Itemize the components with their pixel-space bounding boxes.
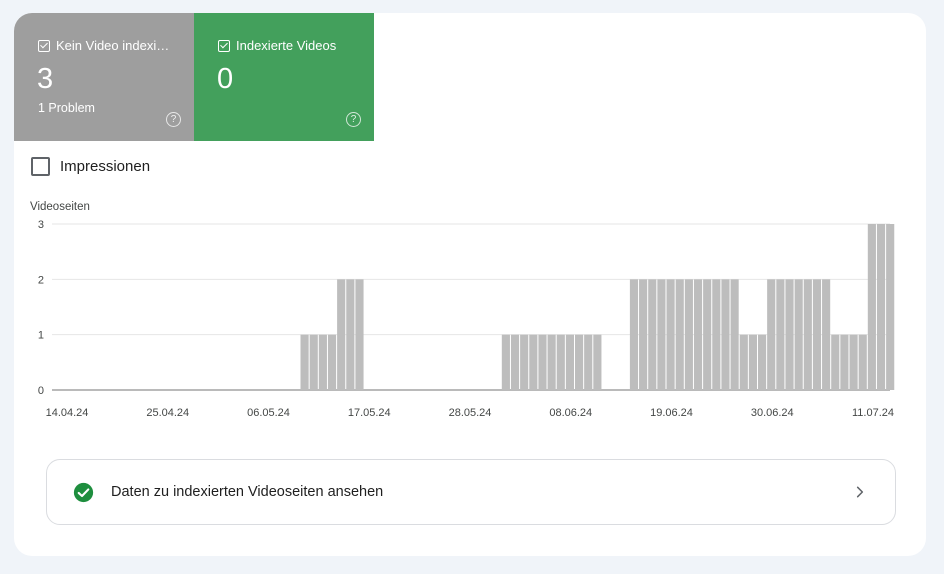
chart-bar[interactable] xyxy=(657,279,666,390)
chart-bar[interactable] xyxy=(337,279,346,390)
chart-bar[interactable] xyxy=(831,334,840,390)
chart-bar[interactable] xyxy=(803,279,812,390)
chart-bar[interactable] xyxy=(648,279,657,390)
chart-bar[interactable] xyxy=(565,334,574,390)
chart-bar[interactable] xyxy=(629,279,639,390)
chart-bar[interactable] xyxy=(556,334,565,390)
chart-bar[interactable] xyxy=(886,224,895,390)
y-tick-label: 3 xyxy=(38,219,44,231)
chart-bar[interactable] xyxy=(812,279,822,390)
chart-bar[interactable] xyxy=(510,334,520,390)
chart-bar[interactable] xyxy=(840,334,849,390)
chart-bar[interactable] xyxy=(318,334,327,390)
video-indexing-card: Kein Video indexi… 3 1 Problem ? Indexie… xyxy=(14,13,926,556)
chart-bar[interactable] xyxy=(666,279,675,390)
chart-bar[interactable] xyxy=(639,279,648,390)
x-tick-label: 17.05.24 xyxy=(348,407,391,419)
x-tick-label: 14.04.24 xyxy=(46,407,89,419)
chart-bar[interactable] xyxy=(693,279,703,390)
chart-bar[interactable] xyxy=(849,334,858,390)
x-tick-label: 25.04.24 xyxy=(146,407,189,419)
chart-bar[interactable] xyxy=(355,279,364,390)
y-tick-label: 0 xyxy=(38,385,44,397)
chart-bar[interactable] xyxy=(867,224,876,390)
x-tick-label: 28.05.24 xyxy=(449,407,492,419)
chart-bar[interactable] xyxy=(309,334,318,390)
chart-bar[interactable] xyxy=(593,334,602,390)
chart-bar[interactable] xyxy=(300,334,309,390)
chart-bar[interactable] xyxy=(712,279,721,390)
chart-bar[interactable] xyxy=(675,279,684,390)
link-label: Daten zu indexierten Videoseiten ansehen xyxy=(111,484,384,500)
x-tick-label: 06.05.24 xyxy=(247,407,290,419)
chart-bar[interactable] xyxy=(547,334,556,390)
x-tick-label: 19.06.24 xyxy=(650,407,693,419)
chart-bar[interactable] xyxy=(575,334,584,390)
chart-bar[interactable] xyxy=(538,334,547,390)
chart-bar[interactable] xyxy=(739,334,748,390)
chart-bar[interactable] xyxy=(858,334,867,390)
chart-bar[interactable] xyxy=(721,279,730,390)
x-tick-label: 11.07.24 xyxy=(852,407,894,419)
chevron-right-icon xyxy=(856,486,864,498)
chart-bar[interactable] xyxy=(346,279,355,390)
chart-bar[interactable] xyxy=(767,279,776,390)
y-tick-label: 2 xyxy=(38,274,44,286)
x-tick-label: 30.06.24 xyxy=(751,407,794,419)
view-indexed-video-pages-link[interactable]: Daten zu indexierten Videoseiten ansehen xyxy=(46,459,896,525)
video-pages-chart: 0 1 2 3 14.04.24 25.04.24 06.05.24 17.05.24 28.0… xyxy=(38,219,895,419)
chart-bar[interactable] xyxy=(327,334,337,390)
chart-bar[interactable] xyxy=(520,334,529,390)
check-circle-icon xyxy=(73,482,94,502)
chart-bar[interactable] xyxy=(684,279,693,390)
chart-bar[interactable] xyxy=(501,334,510,390)
chart-bar[interactable] xyxy=(758,334,767,390)
chart-bar[interactable] xyxy=(776,279,785,390)
chart-bar[interactable] xyxy=(794,279,803,390)
chart-bar[interactable] xyxy=(822,279,831,390)
chart-bar[interactable] xyxy=(584,334,593,390)
y-tick-label: 1 xyxy=(38,330,44,342)
chart-bar[interactable] xyxy=(730,279,739,390)
x-tick-label: 08.06.24 xyxy=(549,407,592,419)
chart-bar[interactable] xyxy=(876,224,886,390)
chart-bar[interactable] xyxy=(703,279,712,390)
chart-bar[interactable] xyxy=(785,279,794,390)
chart-bar[interactable] xyxy=(529,334,538,390)
chart-bar[interactable] xyxy=(748,334,757,390)
